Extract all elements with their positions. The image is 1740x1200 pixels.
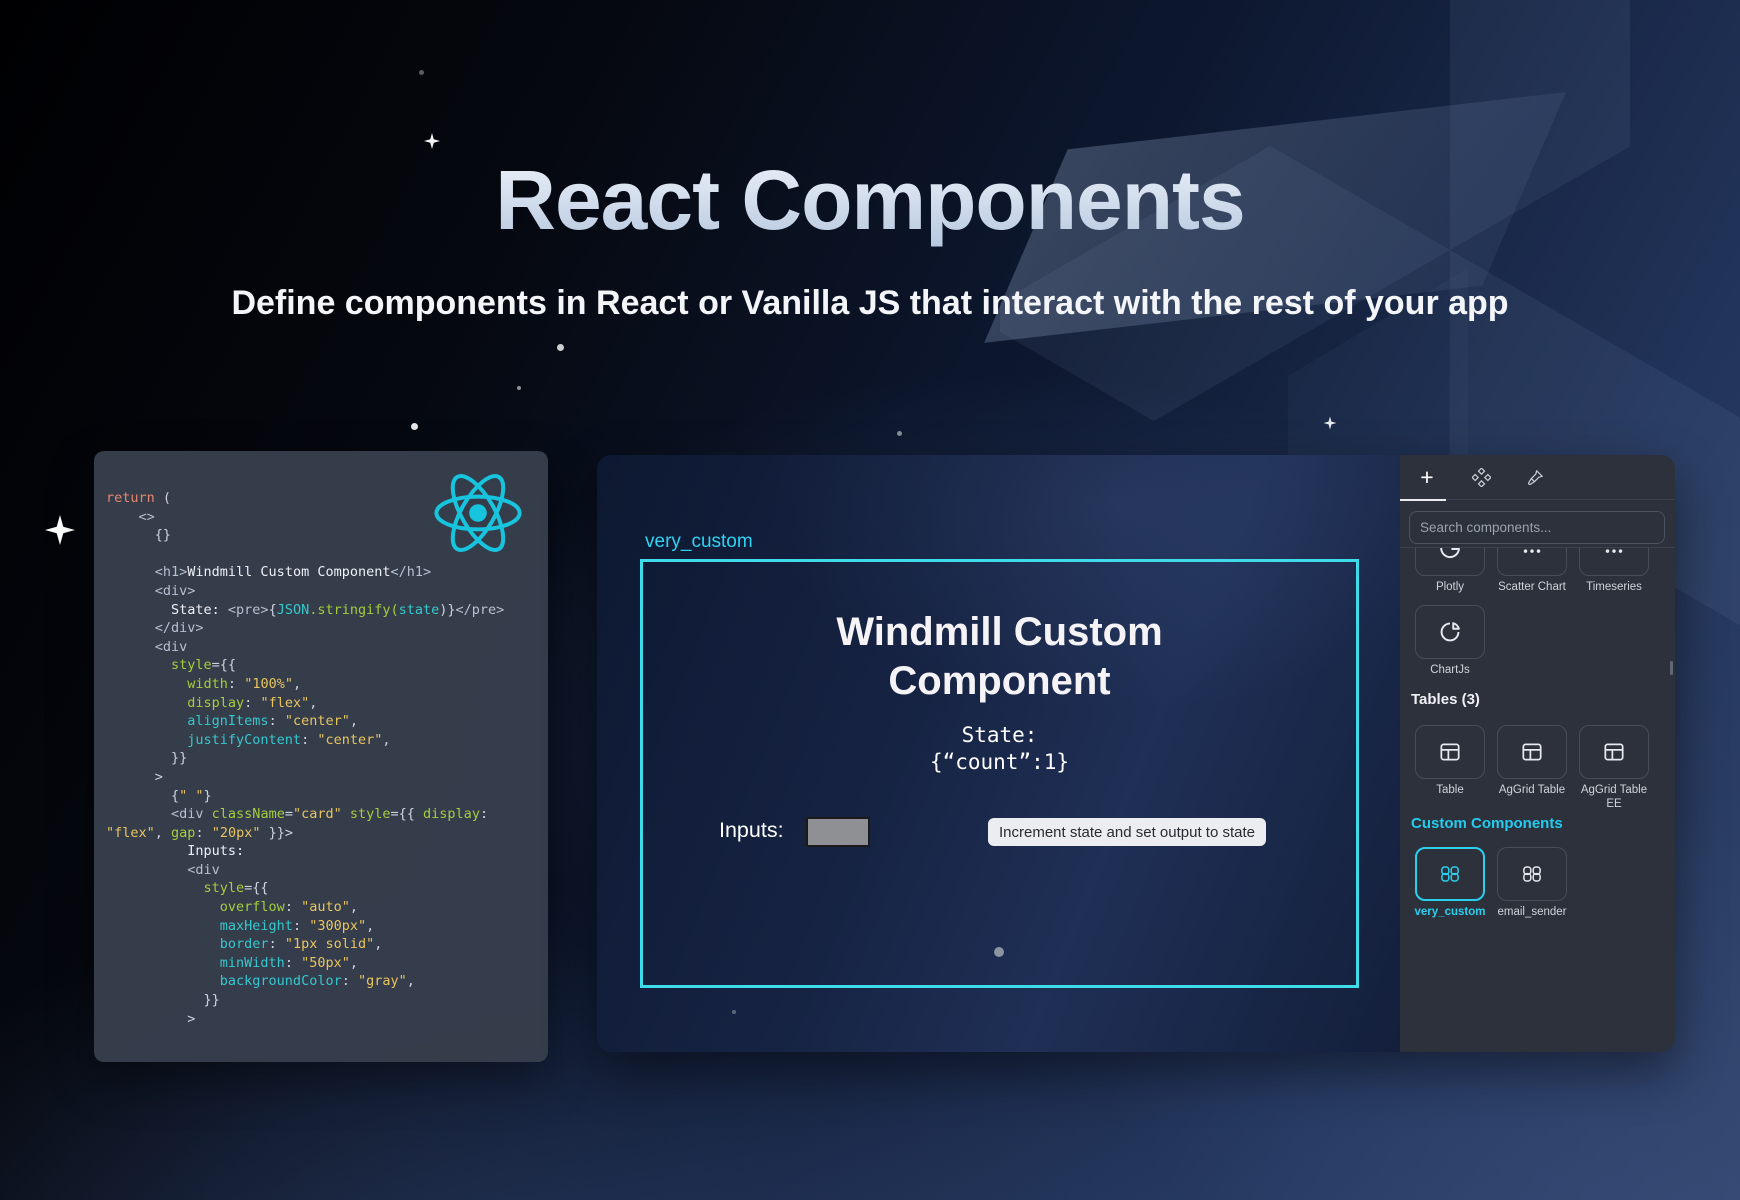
component-heading: Windmill Custom Component <box>780 608 1220 706</box>
component-card-table[interactable] <box>1415 725 1485 779</box>
code-line: style={{ <box>106 656 538 675</box>
component-card-email_sender[interactable] <box>1497 847 1567 901</box>
star-sparkle <box>897 431 902 436</box>
code-line: <div className="card" style={{ display: <box>106 805 538 824</box>
hero-page: React Components Define components in Re… <box>0 0 1740 1200</box>
search-input[interactable] <box>1409 511 1665 544</box>
star-sparkle <box>411 423 418 430</box>
comp88-icon <box>1437 861 1463 887</box>
code-line: width: "100%", <box>106 675 538 694</box>
component-card-very_custom[interactable] <box>1415 847 1485 901</box>
code-line: backgroundColor: "gray", <box>106 972 538 991</box>
component-card-label: ChartJs <box>1409 664 1491 678</box>
code-line: border: "1px solid", <box>106 935 538 954</box>
increment-button[interactable]: Increment state and set output to state <box>988 818 1266 846</box>
code-line: <h1>Windmill Custom Component</h1> <box>106 563 538 582</box>
resize-handle-dot[interactable] <box>994 947 1004 957</box>
tab-style[interactable] <box>1508 455 1562 500</box>
component-inputs-row: Inputs: Increment state and set output t… <box>643 815 1356 849</box>
code-line <box>106 545 538 564</box>
custom-components-heading: Custom Components <box>1411 815 1563 832</box>
component-state-value: {“count”:1} <box>643 749 1356 776</box>
sidebar-header: + <box>1400 455 1675 548</box>
component-card-label: Scatter Chart <box>1491 581 1573 595</box>
component-card-label: Timeseries <box>1573 581 1655 595</box>
star-sparkle <box>424 133 440 149</box>
code-line: <div <box>106 638 538 657</box>
code-line: }} <box>106 991 538 1010</box>
code-line: justifyContent: "center", <box>106 731 538 750</box>
component-card-aggrid-table-ee[interactable] <box>1579 725 1649 779</box>
component-card-label: email_sender <box>1491 906 1573 920</box>
code-line: State: <pre>{JSON.stringify(state)}</pre… <box>106 601 538 620</box>
diamonds-icon <box>1472 468 1491 487</box>
component-card-label: AgGrid Table <box>1491 784 1573 811</box>
code-line: <div> <box>106 582 538 601</box>
code-line: overflow: "auto", <box>106 898 538 917</box>
canvas-dot-decor <box>732 1010 736 1014</box>
code-line: {" "} <box>106 787 538 806</box>
plus-icon: + <box>1420 464 1433 491</box>
component-card-label: Table <box>1409 784 1491 811</box>
app-editor-panel: very_custom Windmill Custom Component St… <box>597 455 1675 1052</box>
page-subtitle: Define components in React or Vanilla JS… <box>0 284 1740 323</box>
page-title: React Components <box>0 152 1740 249</box>
component-state-label: State: <box>643 722 1356 749</box>
component-id-label: very_custom <box>645 531 753 553</box>
code-line: "flex", gap: "20px" }}> <box>106 824 538 843</box>
code-line: <div <box>106 861 538 880</box>
star-sparkle <box>419 70 424 75</box>
star-sparkle <box>517 386 521 390</box>
custom-component-frame[interactable]: Windmill Custom Component State: {“count… <box>640 559 1359 988</box>
brush-icon <box>1526 468 1545 487</box>
tables-heading: Tables (3) <box>1411 691 1480 708</box>
app-canvas[interactable]: very_custom Windmill Custom Component St… <box>597 455 1400 1052</box>
component-state: State: {“count”:1} <box>643 722 1356 776</box>
component-card-label: Plotly <box>1409 581 1491 595</box>
code-block: return ( <> {} <h1>Windmill Custom Compo… <box>106 489 538 1028</box>
table-icon <box>1437 739 1463 765</box>
component-card-label: very_custom <box>1409 906 1491 920</box>
chartjs-icon <box>1437 619 1463 645</box>
star-sparkle <box>557 344 564 351</box>
table-icon <box>1519 739 1545 765</box>
code-line: > <box>106 1010 538 1029</box>
code-line: Inputs: <box>106 842 538 861</box>
code-line: display: "flex", <box>106 694 538 713</box>
code-line: minWidth: "50px", <box>106 954 538 973</box>
tab-components[interactable] <box>1454 455 1508 500</box>
code-line: </div> <box>106 619 538 638</box>
code-line: maxHeight: "300px", <box>106 917 538 936</box>
code-line: {} <box>106 526 538 545</box>
component-card-chartjs[interactable] <box>1415 605 1485 659</box>
comp88-icon <box>1519 861 1545 887</box>
code-line: }} <box>106 749 538 768</box>
sidebar-tabs: + <box>1400 455 1675 500</box>
sidebar-scrollbar-thumb[interactable] <box>1670 661 1673 675</box>
component-card-aggrid-table[interactable] <box>1497 725 1567 779</box>
component-card-label: AgGrid Table EE <box>1573 784 1655 811</box>
code-line: alignItems: "center", <box>106 712 538 731</box>
component-input-box[interactable] <box>806 817 870 847</box>
star-sparkle <box>45 515 75 545</box>
table-icon <box>1601 739 1627 765</box>
code-panel: return ( <> {} <h1>Windmill Custom Compo… <box>94 451 548 1062</box>
code-line: > <box>106 768 538 787</box>
code-line: <> <box>106 508 538 527</box>
components-sidebar: PlotlyScatter ChartTimeseries ChartJs Tabl… <box>1400 455 1675 1052</box>
tab-add-component[interactable]: + <box>1400 455 1454 500</box>
code-line: return ( <box>106 489 538 508</box>
code-line: style={{ <box>106 879 538 898</box>
inputs-label: Inputs: <box>719 818 784 843</box>
